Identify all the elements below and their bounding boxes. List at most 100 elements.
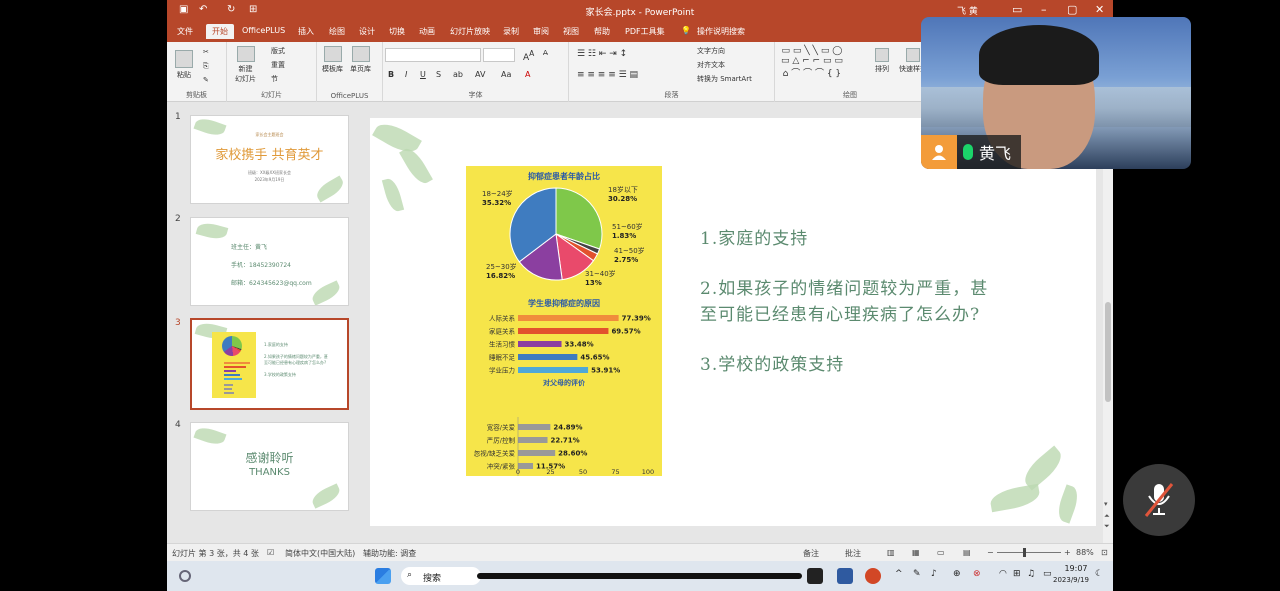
taskbar-app-icon[interactable] [837, 568, 853, 584]
italic-button[interactable]: I [405, 70, 407, 79]
tab-record[interactable]: 录制 [503, 26, 519, 37]
zoom-in-icon[interactable]: + [1064, 548, 1071, 557]
normal-view-icon[interactable]: ▥ [887, 548, 895, 557]
powerpoint-taskbar-icon[interactable] [865, 568, 881, 584]
strike-button[interactable]: ab [453, 70, 463, 79]
font-size-select[interactable] [483, 48, 515, 62]
prev-slide-icon[interactable]: ⏶ [1104, 512, 1110, 521]
tab-insert[interactable]: 插入 [298, 26, 314, 37]
copy-icon[interactable]: ⎘ [203, 62, 209, 71]
tab-pdf[interactable]: PDF工具集 [625, 26, 665, 37]
text-direction-button[interactable]: 文字方向 [697, 46, 725, 56]
shapes-gallery[interactable]: ▭ ▭ ╲ ╲ ▭ ◯ ▭ △ ⌐ ⌐ ▭ ▭ ⌂ ⌒ ⌒ ⌒ { } [781, 46, 843, 79]
section-button[interactable]: 节 [271, 74, 278, 84]
spellcheck-icon[interactable]: ☑ [267, 548, 274, 557]
tab-view[interactable]: 视图 [563, 26, 579, 37]
arrange-button[interactable]: 排列 [875, 48, 889, 74]
single-page-button[interactable]: 单页库 [350, 46, 371, 74]
grow-font-icon[interactable]: AA [523, 49, 534, 63]
fit-slide-icon[interactable]: ⊡ [1101, 548, 1108, 557]
network-icon[interactable]: ⊞ [1013, 569, 1021, 579]
thumb3-point-3: 3.学校的政策支持 [264, 372, 296, 377]
taskbar-app-icon[interactable] [807, 568, 823, 584]
slide-thumbnail-1[interactable]: 家长会主题班会 家校携手 共育英才 班级：XX级XX班家长会 2023年9月19… [190, 115, 349, 204]
start-icon[interactable] [375, 568, 391, 584]
mic-tray-icon[interactable]: ♪ [931, 569, 937, 579]
slide-thumbnail-4[interactable]: 感谢聆听 THANKS [190, 422, 349, 511]
reading-view-icon[interactable]: ▭ [937, 548, 945, 557]
tab-design[interactable]: 设计 [359, 26, 375, 37]
zoom-slider[interactable] [997, 548, 1061, 557]
slideshow-icon[interactable]: ▤ [963, 548, 971, 557]
app-tray-icon[interactable]: ⊗ [973, 569, 981, 579]
notification-icon[interactable]: ☾ [1095, 569, 1103, 579]
widgets-icon[interactable] [179, 570, 191, 582]
case-button[interactable]: Aa [501, 70, 511, 79]
format-painter-icon[interactable]: ✎ [203, 76, 209, 84]
mute-microphone-button[interactable] [1123, 464, 1195, 536]
tell-me-search[interactable]: 操作说明搜索 [697, 26, 745, 37]
spacing-button[interactable]: AV [475, 70, 485, 79]
tab-transitions[interactable]: 切换 [389, 26, 405, 37]
paste-button[interactable]: 粘贴 [175, 50, 193, 80]
tray-overflow-icon[interactable]: ^ [895, 569, 903, 579]
scroll-down-icon[interactable]: ▾ [1104, 500, 1108, 508]
template-button[interactable]: 模板库 [322, 46, 343, 74]
ribbon-display-icon[interactable]: ▭ [1012, 3, 1022, 16]
battery-icon[interactable]: ▭ [1043, 569, 1052, 579]
search-box[interactable]: ⌕ 搜索 [401, 567, 481, 585]
tab-animations[interactable]: 动画 [419, 26, 435, 37]
underline-button[interactable]: U [420, 70, 426, 79]
slide-thumbnail-2[interactable]: 班主任：黄飞 手机：18452390724 邮箱：624345623@qq.co… [190, 217, 349, 306]
notes-button[interactable]: 备注 [803, 548, 819, 559]
scrollbar-thumb[interactable] [1105, 302, 1111, 402]
point-2-line2[interactable]: 至可能已经患有心理疾病了怎么办? [700, 300, 980, 325]
ime-icon[interactable]: ⊕ [953, 569, 961, 579]
zoom-level[interactable]: 88% [1076, 548, 1094, 557]
participant-video[interactable]: 黄飞 [921, 17, 1191, 169]
point-2-line1[interactable]: 2.如果孩子的情绪问题较为严重，甚 [700, 274, 988, 299]
slide-thumbnail-3[interactable]: 1.家庭的支持 2.如果孩子的情绪问题较为严重，甚 至可能已经患有心理疾病了怎么… [190, 318, 349, 410]
shadow-button[interactable]: S [436, 70, 441, 79]
current-slide[interactable]: 抑郁症患者年龄占比 18~24岁 35.32% 18岁以下 30.28% 51~60… [370, 118, 1096, 526]
clock-date[interactable]: 2023/9/19 [1053, 576, 1089, 584]
volume-icon[interactable]: ♫ [1027, 569, 1035, 579]
user-name[interactable]: 飞 黄 [957, 4, 978, 17]
align-text-button[interactable]: 对齐文本 [697, 60, 725, 70]
bullets-icon[interactable]: ☰ ☷ ⇤ ⇥ ↕ [577, 49, 627, 59]
smartart-button[interactable]: 转换为 SmartArt [697, 74, 752, 84]
slide-sorter-icon[interactable]: ▦ [912, 548, 920, 557]
font-color-button[interactable]: A [525, 70, 530, 79]
zoom-out-icon[interactable]: − [987, 548, 994, 557]
zoom-slider-thumb[interactable] [1023, 548, 1026, 557]
point-1[interactable]: 1.家庭的支持 [700, 224, 808, 249]
pie-label-41-50: 41~50岁 2.75% [614, 247, 645, 264]
accessibility-status[interactable]: 辅助功能: 调查 [363, 548, 416, 559]
tab-review[interactable]: 审阅 [533, 26, 549, 37]
clock-time[interactable]: 19:07 [1059, 564, 1093, 573]
new-slide-button[interactable]: 新建 幻灯片 [235, 46, 256, 84]
clear-format-icon[interactable]: A̶ [543, 49, 548, 57]
layout-button[interactable]: 版式 [271, 46, 285, 56]
tab-draw[interactable]: 绘图 [329, 26, 345, 37]
tab-file[interactable]: 文件 [177, 26, 193, 37]
maximize-icon[interactable]: ▢ [1067, 3, 1077, 16]
bold-button[interactable]: B [388, 70, 394, 79]
align-icons[interactable]: ≡ ≡ ≡ ≡ ☰ ▤ [577, 70, 638, 80]
minimize-icon[interactable]: – [1041, 3, 1047, 16]
font-name-select[interactable] [385, 48, 481, 62]
reset-button[interactable]: 重置 [271, 60, 285, 70]
point-3[interactable]: 3.学校的政策支持 [700, 350, 844, 375]
wifi-icon[interactable]: ◠ [999, 569, 1007, 579]
infographic[interactable]: 抑郁症患者年龄占比 18~24岁 35.32% 18岁以下 30.28% 51~60… [466, 166, 662, 476]
comments-button[interactable]: 批注 [845, 548, 861, 559]
tab-slideshow[interactable]: 幻灯片放映 [450, 26, 490, 37]
next-slide-icon[interactable]: ⏷ [1104, 522, 1110, 531]
language-status[interactable]: 简体中文(中国大陆) [285, 548, 355, 559]
pen-icon[interactable]: ✎ [913, 569, 921, 579]
close-icon[interactable]: ✕ [1095, 3, 1104, 16]
tab-officeplus[interactable]: OfficePLUS [242, 26, 285, 35]
tab-help[interactable]: 帮助 [594, 26, 610, 37]
cut-icon[interactable]: ✂ [203, 48, 209, 56]
tab-home[interactable]: 开始 [206, 24, 234, 39]
